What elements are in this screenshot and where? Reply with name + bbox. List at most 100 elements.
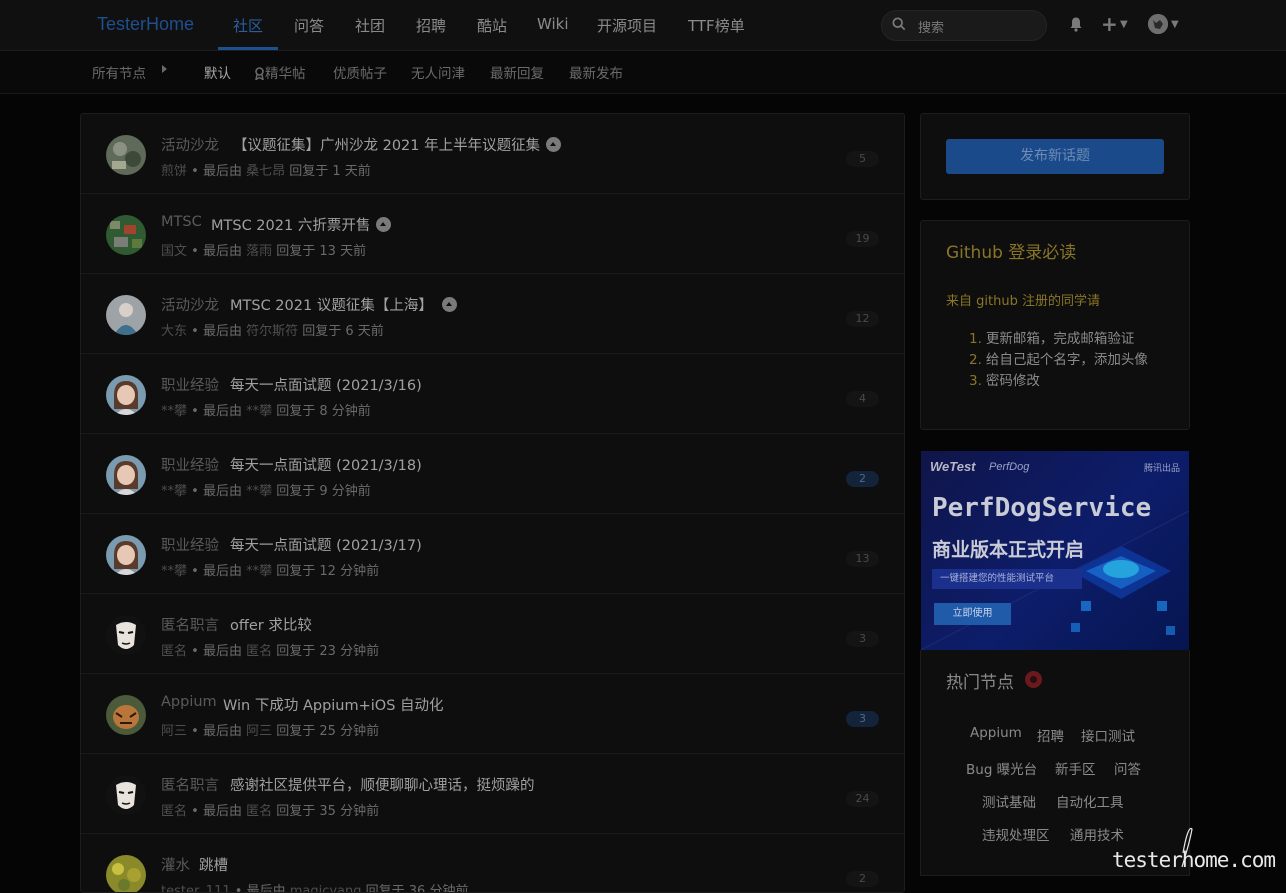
topic-title[interactable]: MTSC 2021 议题征集【上海】: [230, 294, 457, 315]
reply-count-badge[interactable]: 4: [846, 391, 879, 407]
tab-no-reply[interactable]: 无人问津: [411, 62, 465, 82]
search-box[interactable]: 搜索: [881, 10, 1047, 41]
reply-count-badge[interactable]: 3: [846, 711, 879, 727]
topic-node[interactable]: 职业经验: [161, 454, 219, 475]
new-topic-button[interactable]: 发布新话题: [946, 139, 1164, 174]
tab-latest-post[interactable]: 最新发布: [569, 62, 623, 82]
topic-title[interactable]: 跳槽: [199, 854, 228, 875]
author-link[interactable]: 阿三: [161, 724, 187, 739]
nav-qa[interactable]: 问答: [294, 15, 324, 36]
tab-default[interactable]: 默认: [204, 62, 231, 82]
topic-node[interactable]: 职业经验: [161, 534, 219, 555]
author-link[interactable]: 大东: [161, 324, 187, 339]
author-link[interactable]: 匿名: [161, 644, 187, 659]
topic-row[interactable]: 匿名职言 offer 求比较 匿名 • 最后由 匿名 回复于 23 分钟前 3: [81, 594, 904, 674]
nav-ttf-ranking[interactable]: TTF榜单: [688, 15, 745, 36]
hot-node-link[interactable]: 问答: [1114, 758, 1141, 778]
topic-title[interactable]: 每天一点面试题 (2021/3/17): [230, 534, 422, 555]
topic-title[interactable]: 【议题征集】广州沙龙 2021 年上半年议题征集: [233, 134, 562, 155]
all-nodes-link[interactable]: 所有节点: [92, 62, 146, 82]
hot-node-link[interactable]: 招聘: [1037, 725, 1064, 745]
hot-node-link[interactable]: 测试基础: [982, 791, 1036, 811]
bell-icon[interactable]: [1068, 16, 1084, 32]
avatar[interactable]: [106, 615, 146, 655]
tab-quality[interactable]: 优质帖子: [333, 62, 387, 82]
reply-count-badge[interactable]: 2: [846, 871, 879, 887]
topic-title[interactable]: 感谢社区提供平台，顺便聊聊心理话，挺烦躁的: [230, 774, 535, 795]
hot-node-link[interactable]: 自动化工具: [1056, 791, 1124, 811]
last-reply-user[interactable]: 匿名: [246, 804, 272, 819]
topic-title[interactable]: 每天一点面试题 (2021/3/18): [230, 454, 422, 475]
topic-node[interactable]: 活动沙龙: [161, 134, 219, 155]
author-link[interactable]: 煎饼: [161, 164, 187, 179]
last-reply-user[interactable]: 落雨: [246, 244, 272, 259]
topic-node[interactable]: 灌水: [161, 854, 190, 875]
author-link[interactable]: tester_111: [161, 884, 231, 892]
topic-row[interactable]: 职业经验 每天一点面试题 (2021/3/16) **攀 • 最后由 **攀 回…: [81, 354, 904, 434]
last-reply-user[interactable]: magicyang: [290, 884, 362, 892]
topic-row[interactable]: MTSC MTSC 2021 六折票开售 国文 • 最后由 落雨 回复于 13 …: [81, 194, 904, 274]
topic-row[interactable]: 灌水 跳槽 tester_111 • 最后由 magicyang 回复于 36 …: [81, 834, 904, 892]
reply-count-badge[interactable]: 19: [846, 231, 879, 247]
reply-count-badge[interactable]: 24: [846, 791, 879, 807]
nav-community[interactable]: 社区: [233, 15, 263, 36]
last-reply-user[interactable]: 符尔斯符: [246, 324, 298, 339]
user-avatar[interactable]: [1148, 14, 1168, 34]
author-link[interactable]: 国文: [161, 244, 187, 259]
topic-node[interactable]: 匿名职言: [161, 774, 219, 795]
topic-node[interactable]: Appium: [161, 694, 217, 710]
last-reply-user[interactable]: **攀: [246, 564, 272, 579]
avatar[interactable]: [106, 695, 146, 735]
author-link[interactable]: **攀: [161, 484, 187, 499]
hot-node-link[interactable]: 接口测试: [1081, 725, 1135, 745]
topic-title[interactable]: 每天一点面试题 (2021/3/16): [230, 374, 422, 395]
avatar[interactable]: [106, 295, 146, 335]
nav-jobs[interactable]: 招聘: [416, 15, 446, 36]
nav-cool-sites[interactable]: 酷站: [477, 15, 507, 36]
author-link[interactable]: **攀: [161, 404, 187, 419]
reply-count-badge[interactable]: 12: [846, 311, 879, 327]
hot-node-link[interactable]: 违规处理区: [982, 824, 1050, 844]
topic-row[interactable]: Appium Win 下成功 Appium+iOS 自动化 阿三 • 最后由 阿…: [81, 674, 904, 754]
last-reply-user[interactable]: 匿名: [246, 644, 272, 659]
ad-cta-button[interactable]: 立即使用: [934, 603, 1011, 625]
avatar[interactable]: [106, 535, 146, 575]
brand-logo[interactable]: TesterHome: [97, 14, 194, 35]
topic-title[interactable]: offer 求比较: [230, 614, 312, 635]
reply-count-badge[interactable]: 5: [846, 151, 879, 167]
last-reply-user[interactable]: **攀: [246, 484, 272, 499]
nav-wiki[interactable]: Wiki: [537, 15, 569, 33]
topic-title[interactable]: MTSC 2021 六折票开售: [211, 214, 392, 235]
last-reply-user[interactable]: 阿三: [246, 724, 272, 739]
topic-row[interactable]: 职业经验 每天一点面试题 (2021/3/17) **攀 • 最后由 **攀 回…: [81, 514, 904, 594]
reply-count-badge[interactable]: 3: [846, 631, 879, 647]
avatar[interactable]: [106, 855, 146, 892]
topic-row[interactable]: 活动沙龙 MTSC 2021 议题征集【上海】 大东 • 最后由 符尔斯符 回复…: [81, 274, 904, 354]
tab-excellent[interactable]: 精华帖: [254, 62, 306, 82]
tab-latest-reply[interactable]: 最新回复: [490, 62, 544, 82]
topic-node[interactable]: 活动沙龙: [161, 294, 219, 315]
topic-row[interactable]: 活动沙龙 【议题征集】广州沙龙 2021 年上半年议题征集 煎饼 • 最后由 桑…: [81, 114, 904, 194]
topic-row[interactable]: 职业经验 每天一点面试题 (2021/3/18) **攀 • 最后由 **攀 回…: [81, 434, 904, 514]
last-reply-user[interactable]: 桑七昂: [246, 164, 285, 179]
avatar[interactable]: [106, 455, 146, 495]
last-reply-user[interactable]: **攀: [246, 404, 272, 419]
author-link[interactable]: **攀: [161, 564, 187, 579]
hot-node-link[interactable]: Bug 曝光台: [966, 758, 1037, 778]
hot-node-link[interactable]: Appium: [970, 725, 1022, 741]
nav-clubs[interactable]: 社团: [355, 15, 385, 36]
topic-node[interactable]: 职业经验: [161, 374, 219, 395]
reply-count-badge[interactable]: 13: [846, 551, 879, 567]
search-input[interactable]: 搜索: [918, 17, 944, 36]
topic-node[interactable]: 匿名职言: [161, 614, 219, 635]
perfdog-ad-banner[interactable]: WeTest PerfDog 腾讯出品 PerfDogService 商业版本正…: [921, 451, 1189, 650]
create-menu-icon[interactable]: +: [1101, 12, 1118, 36]
avatar[interactable]: [106, 775, 146, 815]
topic-title[interactable]: Win 下成功 Appium+iOS 自动化: [223, 694, 444, 715]
avatar[interactable]: [106, 135, 146, 175]
author-link[interactable]: 匿名: [161, 804, 187, 819]
reply-count-badge[interactable]: 2: [846, 471, 879, 487]
topic-row[interactable]: 匿名职言 感谢社区提供平台，顺便聊聊心理话，挺烦躁的 匿名 • 最后由 匿名 回…: [81, 754, 904, 834]
nav-open-source[interactable]: 开源项目: [597, 15, 657, 36]
avatar[interactable]: [106, 375, 146, 415]
